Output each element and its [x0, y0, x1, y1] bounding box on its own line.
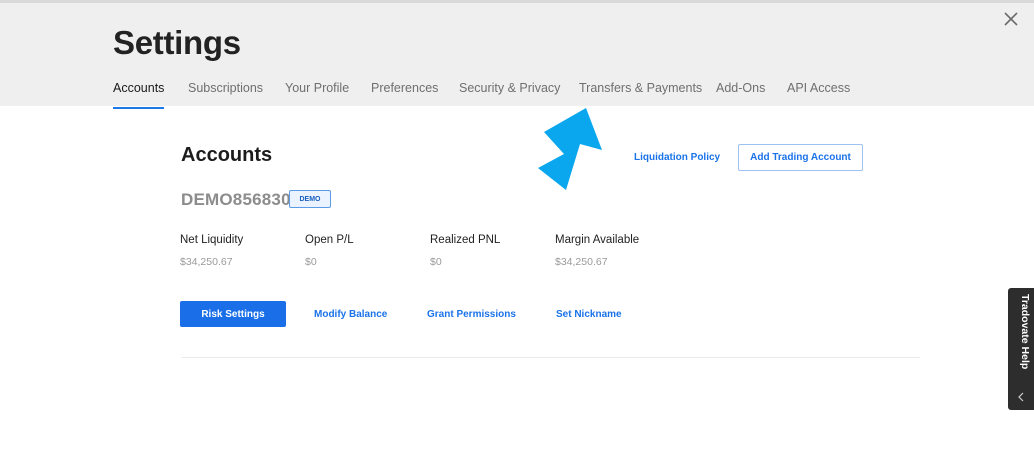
tab-your-profile[interactable]: Your Profile [285, 81, 349, 109]
tab-api-access[interactable]: API Access [787, 81, 850, 109]
page-title: Settings [113, 24, 241, 61]
metric-value-net-liquidity: $34,250.67 [180, 256, 233, 268]
add-trading-account-button[interactable]: Add Trading Account [738, 144, 863, 171]
metric-label-open-pl: Open P/L [305, 234, 354, 246]
metric-label-realized-pnl: Realized PNL [430, 234, 501, 246]
tab-subscriptions[interactable]: Subscriptions [188, 81, 263, 109]
close-icon[interactable] [1000, 8, 1022, 30]
grant-permissions-link[interactable]: Grant Permissions [427, 309, 516, 320]
account-id: DEMO856830 [181, 190, 291, 209]
metric-value-realized-pnl: $0 [430, 256, 442, 268]
help-tab-label: Tradovate Help [1019, 294, 1031, 370]
chevron-left-icon [1018, 392, 1024, 402]
section-divider [181, 357, 920, 358]
metric-label-net-liquidity: Net Liquidity [180, 234, 244, 246]
section-title: Accounts [181, 144, 273, 166]
metric-value-margin-available: $34,250.67 [555, 256, 608, 268]
metric-label-margin-available: Margin Available [555, 234, 640, 246]
liquidation-policy-link[interactable]: Liquidation Policy [634, 152, 720, 163]
help-tab[interactable]: Tradovate Help [1008, 288, 1034, 410]
settings-header: Settings Accounts Subscriptions Your Pro… [0, 3, 1034, 109]
tab-preferences[interactable]: Preferences [371, 81, 438, 109]
tab-add-ons[interactable]: Add-Ons [716, 81, 765, 109]
pointer-arrow-icon [538, 108, 602, 190]
risk-settings-button[interactable]: Risk Settings [180, 301, 286, 327]
tab-accounts[interactable]: Accounts [113, 81, 165, 109]
metric-value-open-pl: $0 [305, 256, 317, 268]
modify-balance-link[interactable]: Modify Balance [314, 309, 387, 320]
account-badge: DEMO [289, 190, 331, 208]
set-nickname-link[interactable]: Set Nickname [556, 309, 622, 320]
